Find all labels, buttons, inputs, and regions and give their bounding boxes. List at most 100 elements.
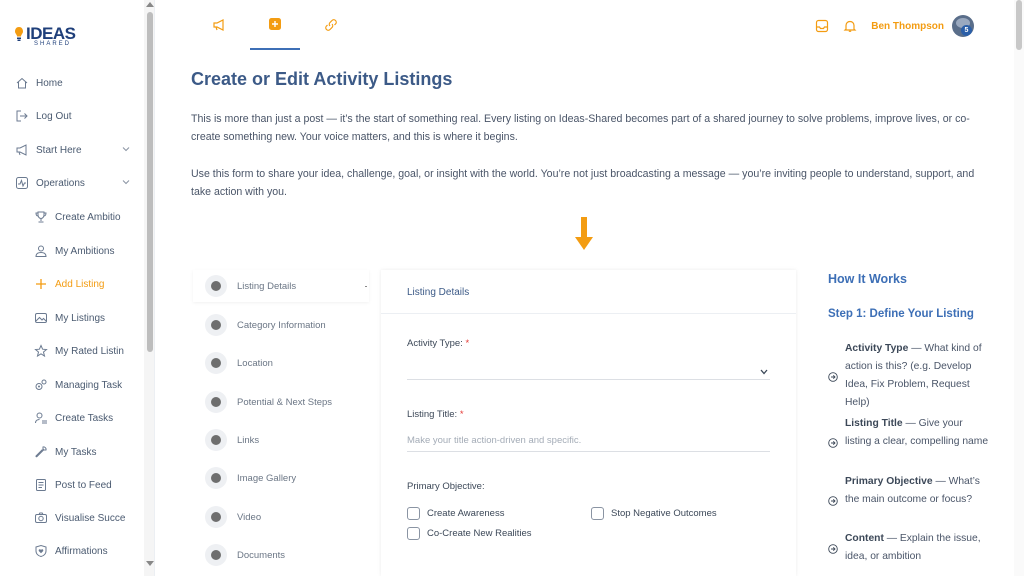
how-item-term: Content bbox=[845, 533, 884, 544]
sidebar-item-my-tasks[interactable]: My Tasks bbox=[0, 439, 150, 465]
wrench-icon bbox=[35, 446, 47, 458]
step-potential-next-steps[interactable]: Potential & Next Steps bbox=[193, 386, 369, 418]
circle-arrow-right-icon bbox=[828, 544, 838, 554]
required-mark: * bbox=[459, 409, 464, 420]
sidebar-item-home[interactable]: Home bbox=[0, 70, 150, 96]
document-icon bbox=[36, 479, 46, 491]
chevron-down-icon bbox=[122, 147, 130, 152]
sidebar-scroll-thumb[interactable] bbox=[147, 12, 153, 352]
sidebar-item-label: Create Ambitio bbox=[55, 211, 121, 223]
link-icon bbox=[325, 19, 337, 31]
sidebar-item-my-rated-listings[interactable]: My Rated Listin bbox=[0, 338, 150, 364]
step-marker bbox=[365, 286, 367, 287]
circle-arrow-right-icon bbox=[828, 438, 838, 448]
tab-links[interactable] bbox=[306, 0, 356, 50]
card-header: Listing Details bbox=[381, 270, 796, 314]
user-name[interactable]: Ben Thompson bbox=[871, 21, 944, 32]
tab-add-listing[interactable] bbox=[250, 0, 300, 50]
bell-icon[interactable] bbox=[843, 19, 857, 33]
page-scrollbar[interactable] bbox=[1014, 0, 1024, 576]
sidebar-item-post-to-feed[interactable]: Post to Feed bbox=[0, 472, 150, 498]
sidebar-item-managing-tasks[interactable]: Managing Task bbox=[0, 372, 150, 398]
step-category-information[interactable]: Category Information bbox=[193, 309, 369, 341]
intro-paragraph-1: This is more than just a post — it’s the… bbox=[191, 113, 970, 143]
image-stack-icon bbox=[35, 313, 47, 323]
app-root: IDEAS SHARED Home Log Out Start Here Ope… bbox=[0, 0, 1024, 576]
avatar[interactable]: 5 bbox=[952, 15, 974, 37]
objective-co-create-checkbox[interactable]: Co-Create New Realities bbox=[407, 527, 532, 540]
step-documents[interactable]: Documents bbox=[193, 539, 369, 571]
sidebar-item-visualise-success[interactable]: Visualise Succe bbox=[0, 505, 150, 531]
checkbox-label: Create Awareness bbox=[427, 508, 505, 519]
sidebar-item-label: Managing Task bbox=[55, 379, 123, 391]
page-scroll-thumb[interactable] bbox=[1016, 0, 1022, 50]
step-dot-icon bbox=[205, 352, 227, 374]
how-item-text: Activity Type — What kind of action is t… bbox=[845, 340, 990, 412]
step-video[interactable]: Video bbox=[193, 501, 369, 533]
home-icon bbox=[16, 77, 28, 89]
sidebar-item-start-here[interactable]: Start Here bbox=[0, 137, 150, 163]
sidebar-item-affirmations[interactable]: Affirmations bbox=[0, 538, 150, 564]
scroll-up-arrow-icon[interactable] bbox=[146, 2, 154, 7]
how-item-term: Primary Objective bbox=[845, 476, 933, 487]
objective-stop-negative-outcomes-checkbox[interactable]: Stop Negative Outcomes bbox=[591, 507, 717, 520]
shield-heart-icon bbox=[35, 544, 47, 558]
chevron-down-icon bbox=[122, 180, 130, 185]
sidebar-item-label: My Tasks bbox=[55, 446, 97, 458]
scroll-down-arrow-icon[interactable] bbox=[146, 561, 154, 566]
gears-icon bbox=[35, 379, 47, 390]
activity-type-select[interactable] bbox=[407, 368, 770, 380]
step-label: Documents bbox=[237, 549, 286, 561]
lightbulb-icon bbox=[15, 27, 23, 41]
how-item-text: Content — Explain the issue, idea, or am… bbox=[845, 530, 990, 566]
star-icon bbox=[34, 344, 48, 358]
step-dot-icon bbox=[205, 467, 227, 489]
how-it-works-title: How It Works bbox=[828, 272, 907, 286]
listing-title-input[interactable] bbox=[407, 430, 770, 452]
step-listing-details[interactable]: Listing Details bbox=[193, 270, 369, 302]
tab-announcements[interactable] bbox=[194, 0, 244, 50]
activity-type-label-text: Activity Type: bbox=[407, 338, 463, 349]
activity-icon bbox=[16, 177, 28, 189]
sidebar-item-my-listings[interactable]: My Listings bbox=[0, 305, 150, 331]
arrow-down-icon bbox=[575, 217, 593, 250]
sidebar-item-create-tasks[interactable]: Create Tasks bbox=[0, 405, 150, 431]
intro-paragraph-2: Use this form to share your idea, challe… bbox=[191, 168, 975, 198]
step-location[interactable]: Location bbox=[193, 347, 369, 379]
avatar-badge: 5 bbox=[961, 25, 972, 36]
sidebar-item-operations[interactable]: Operations bbox=[0, 170, 150, 196]
sidebar-item-my-ambitions[interactable]: My Ambitions bbox=[0, 238, 150, 264]
sidebar-item-add-listing[interactable]: Add Listing bbox=[0, 271, 150, 297]
step-dot-icon bbox=[205, 429, 227, 451]
sidebar-item-logout[interactable]: Log Out bbox=[0, 103, 150, 129]
activity-type-label: Activity Type: * bbox=[407, 338, 469, 349]
checkbox-box[interactable] bbox=[407, 507, 420, 520]
checkbox-box[interactable] bbox=[407, 527, 420, 540]
checkbox-label: Stop Negative Outcomes bbox=[611, 508, 717, 519]
sidebar-scrollbar[interactable] bbox=[144, 0, 154, 576]
sidebar-item-label: Operations bbox=[36, 177, 85, 189]
sidebar-item-label: Home bbox=[36, 77, 63, 89]
camera-icon bbox=[35, 512, 47, 523]
user-task-icon bbox=[35, 412, 47, 424]
listing-title-label: Listing Title: * bbox=[407, 409, 464, 420]
step-label: Potential & Next Steps bbox=[237, 396, 333, 408]
user-area: Ben Thompson 5 bbox=[815, 14, 974, 38]
checkbox-box[interactable] bbox=[591, 507, 604, 520]
plus-icon bbox=[36, 279, 46, 289]
card-title: Listing Details bbox=[407, 287, 470, 298]
step-label: Image Gallery bbox=[237, 472, 297, 484]
sidebar-item-label: My Rated Listin bbox=[55, 345, 124, 357]
step-image-gallery[interactable]: Image Gallery bbox=[193, 462, 369, 494]
inbox-icon[interactable] bbox=[815, 19, 829, 33]
circle-arrow-right-icon bbox=[828, 372, 838, 382]
objective-create-awareness-checkbox[interactable]: Create Awareness bbox=[407, 507, 504, 520]
sidebar-item-create-ambition[interactable]: Create Ambitio bbox=[0, 204, 150, 230]
plus-square-icon bbox=[269, 18, 281, 30]
step-dot-icon bbox=[205, 544, 227, 566]
step-dot-icon bbox=[205, 391, 227, 413]
step-links[interactable]: Links bbox=[193, 424, 369, 456]
logo[interactable]: IDEAS SHARED bbox=[14, 24, 76, 48]
checkbox-label: Co-Create New Realities bbox=[427, 528, 532, 539]
sidebar: IDEAS SHARED Home Log Out Start Here Ope… bbox=[0, 0, 155, 576]
